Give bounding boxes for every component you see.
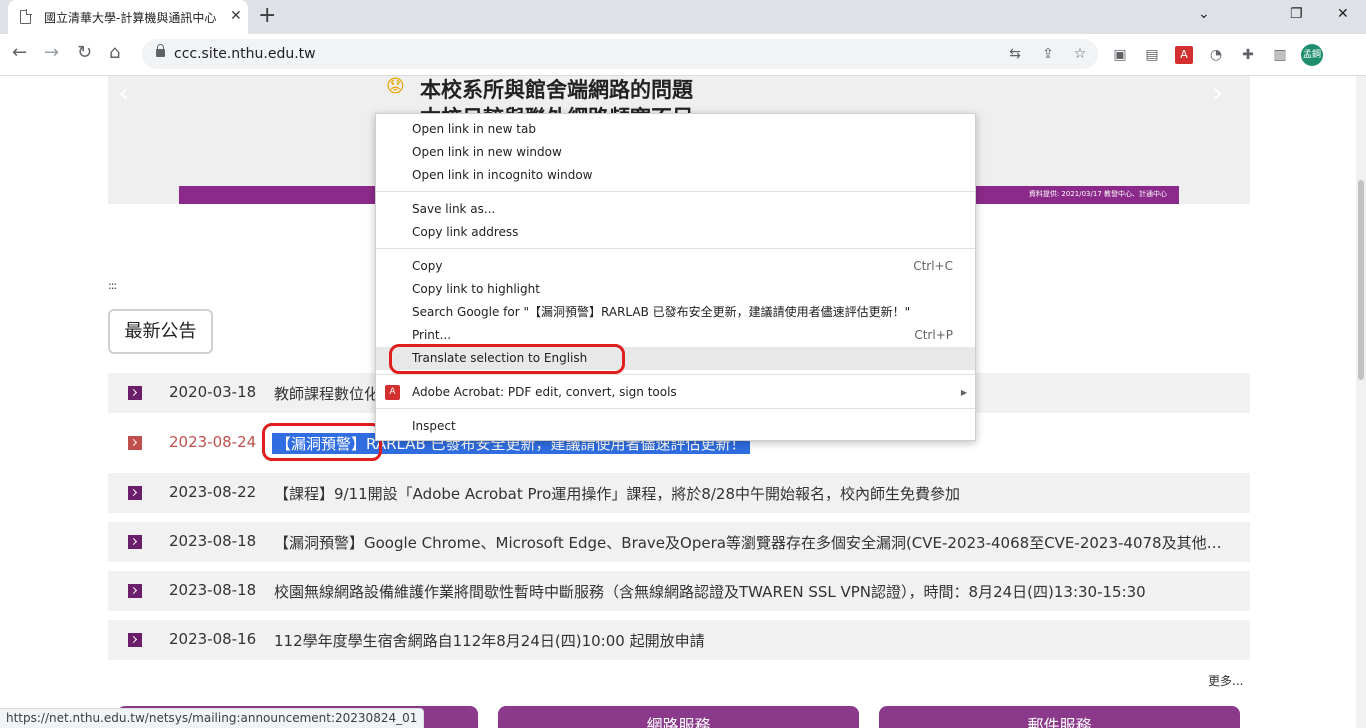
menu-item-save-link[interactable]: Save link as... [376, 198, 975, 221]
status-bar-url: https://net.nthu.edu.tw/netsys/mailing:a… [0, 708, 425, 728]
menu-divider [376, 374, 975, 375]
lock-icon[interactable] [156, 44, 165, 57]
clip-icon[interactable]: ◔ [1207, 46, 1225, 64]
news-date: 2020-03-18 [169, 383, 257, 401]
accesskey-marker[interactable]: ::: [108, 279, 117, 292]
restore-icon[interactable]: ❐ [1290, 6, 1303, 22]
carousel-prev-icon[interactable]: ‹ [118, 76, 129, 109]
screenshot-icon[interactable]: ▤ [1143, 46, 1161, 64]
bullet-icon [128, 436, 142, 450]
forward-icon[interactable]: → [44, 43, 59, 63]
more-link[interactable]: 更多... [1208, 672, 1243, 689]
mail-service-button[interactable]: 郵件服務 [879, 706, 1240, 728]
sidepanel-icon[interactable]: ▥ [1271, 46, 1289, 64]
bullet-icon [128, 584, 142, 598]
news-title-link[interactable]: 【課程】9/11開設「Adobe Acrobat Pro運用操作」課程，將於8/… [274, 483, 1230, 504]
tab-strip: 國立清華大學-計算機與通訊中心 ✕ + ⌄ ❐ ✕ [0, 0, 1366, 34]
browser-toolbar: ← → ↻ ⌂ ccc.site.nthu.edu.tw ⇆ ⇪ ☆ ▣ ▤ A… [0, 34, 1366, 76]
reload-icon[interactable]: ↻ [77, 43, 92, 63]
worried-face-icon: 😟 [386, 76, 405, 97]
bullet-icon [128, 633, 142, 647]
tab-title: 國立清華大學-計算機與通訊中心 [44, 11, 217, 25]
news-date: 2023-08-16 [169, 630, 257, 648]
bullet-icon [128, 535, 142, 549]
star-icon[interactable]: ☆ [1071, 45, 1089, 63]
back-icon[interactable]: ← [12, 43, 27, 63]
shortcut-label: Ctrl+C [913, 259, 953, 273]
bullet-icon [128, 386, 142, 400]
menu-item-inspect[interactable]: Inspect [376, 415, 975, 438]
news-row[interactable]: 2023-08-18 校園無線網路設備維護作業將間歇性暫時中斷服務（含無線網路認… [108, 571, 1250, 611]
banner-source: 資料提供: 2021/03/17 教發中心、計通中心 [1028, 190, 1167, 198]
menu-item-adobe-acrobat[interactable]: A Adobe Acrobat: PDF edit, convert, sign… [376, 381, 975, 404]
news-row[interactable]: 2023-08-18 【漏洞預警】Google Chrome、Microsoft… [108, 522, 1250, 562]
browser-tab[interactable]: 國立清華大學-計算機與通訊中心 ✕ [8, 0, 248, 34]
news-date: 2023-08-24 [169, 433, 257, 451]
scrollbar-thumb[interactable] [1358, 180, 1364, 380]
menu-item-copy-link[interactable]: Copy link address [376, 221, 975, 244]
menu-item-search-google[interactable]: Search Google for "【漏洞預警】RARLAB 已發布安全更新，… [376, 301, 975, 324]
annotation-ring-selection [262, 423, 382, 461]
window-close-icon[interactable]: ✕ [1337, 6, 1349, 22]
page-icon [20, 9, 32, 24]
menu-item-copy-link-highlight[interactable]: Copy link to highlight [376, 278, 975, 301]
news-row[interactable]: 2023-08-16 112學年度學生宿舍網路自112年8月24日(四)10:0… [108, 620, 1250, 660]
extension-icon[interactable]: ▣ [1111, 46, 1129, 64]
tab-close-icon[interactable]: ✕ [230, 8, 242, 24]
section-title: 最新公告 [108, 309, 213, 354]
news-date: 2023-08-22 [169, 483, 257, 501]
menu-item-open-new-window[interactable]: Open link in new window [376, 141, 975, 164]
acrobat-icon[interactable]: A [1175, 46, 1193, 64]
translate-icon[interactable]: ⇆ [1006, 45, 1024, 63]
news-date: 2023-08-18 [169, 532, 257, 550]
carousel-next-icon[interactable]: › [1212, 76, 1223, 109]
network-service-button[interactable]: 網路服務 [498, 706, 859, 728]
home-icon[interactable]: ⌂ [109, 43, 120, 63]
minimize-icon[interactable]: ⌄ [1198, 6, 1210, 22]
news-title-link[interactable]: 校園無線網路設備維護作業將間歇性暫時中斷服務（含無線網路認證及TWAREN SS… [274, 581, 1230, 602]
banner-headline: 本校系所與館舍端網路的問題 [420, 78, 693, 102]
acrobat-icon: A [385, 385, 400, 400]
new-tab-button[interactable]: + [258, 4, 276, 28]
news-title-link[interactable]: 【漏洞預警】Google Chrome、Microsoft Edge、Brave… [274, 532, 1230, 553]
news-date: 2023-08-18 [169, 581, 257, 599]
menu-item-open-incognito[interactable]: Open link in incognito window [376, 164, 975, 187]
address-bar[interactable]: ccc.site.nthu.edu.tw ⇆ ⇪ ☆ [142, 39, 1098, 69]
menu-divider [376, 191, 975, 192]
context-menu: Open link in new tab Open link in new wi… [375, 113, 976, 441]
menu-item-copy[interactable]: Copy Ctrl+C [376, 255, 975, 278]
puzzle-icon[interactable]: ✚ [1239, 46, 1257, 64]
annotation-ring-translate [389, 344, 625, 374]
vertical-scrollbar[interactable] [1356, 76, 1366, 728]
share-icon[interactable]: ⇪ [1039, 45, 1057, 63]
profile-avatar[interactable]: 孟鋼 [1301, 44, 1323, 66]
bullet-icon [128, 486, 142, 500]
submenu-arrow-icon: ▶ [960, 388, 967, 397]
menu-item-open-new-tab[interactable]: Open link in new tab [376, 118, 975, 141]
news-row[interactable]: 2023-08-22 【課程】9/11開設「Adobe Acrobat Pro運… [108, 473, 1250, 513]
menu-divider [376, 248, 975, 249]
url-text[interactable]: ccc.site.nthu.edu.tw [174, 46, 316, 62]
menu-divider [376, 408, 975, 409]
shortcut-label: Ctrl+P [914, 328, 953, 342]
news-title-link[interactable]: 112學年度學生宿舍網路自112年8月24日(四)10:00 起開放申請 [274, 630, 1230, 651]
